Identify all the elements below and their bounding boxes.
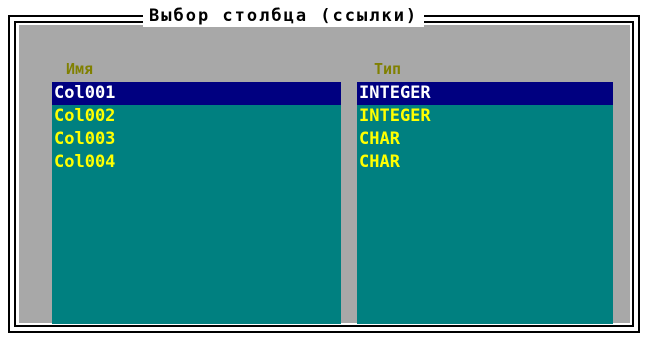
name-list-item-col003[interactable]: Col003 (52, 128, 341, 151)
name-column-header: Имя (66, 60, 94, 78)
name-list-item-col004[interactable]: Col004 (52, 151, 341, 174)
type-list-item-col003[interactable]: CHAR (357, 128, 613, 151)
type-list-item-col001[interactable]: INTEGER (357, 82, 613, 105)
name-list-item-col002[interactable]: Col002 (52, 105, 341, 128)
column-select-dialog: Выбор столбца (ссылки) Имя Тип Col001 Co… (0, 0, 652, 338)
name-listbox[interactable]: Col001 Col002 Col003 Col004 (52, 82, 341, 324)
type-list-item-col004[interactable]: CHAR (357, 151, 613, 174)
type-listbox[interactable]: INTEGER INTEGER CHAR CHAR (357, 82, 613, 324)
dialog-title: Выбор столбца (ссылки) (143, 5, 425, 27)
type-list-item-col002[interactable]: INTEGER (357, 105, 613, 128)
name-list-item-col001[interactable]: Col001 (52, 82, 341, 105)
type-column-header: Тип (374, 60, 402, 78)
